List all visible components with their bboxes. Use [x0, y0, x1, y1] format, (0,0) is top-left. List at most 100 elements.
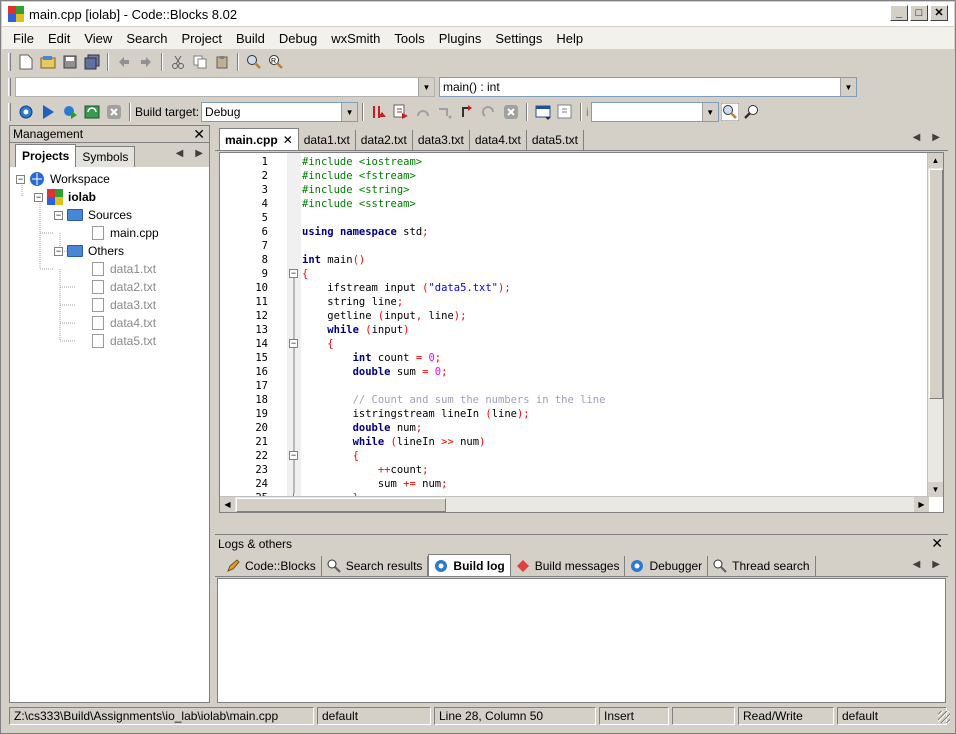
- collapse-icon[interactable]: −: [34, 192, 43, 202]
- tree-others-folder[interactable]: − Others: [54, 242, 124, 260]
- tab-data2[interactable]: data2.txt: [356, 130, 413, 150]
- collapse-icon[interactable]: −: [54, 210, 63, 220]
- tree-file-main-cpp[interactable]: main.cpp: [92, 224, 159, 242]
- tree-workspace[interactable]: − Workspace: [16, 170, 110, 188]
- tree-project[interactable]: − iolab: [34, 188, 96, 206]
- function-combo[interactable]: main() : int ▼: [439, 77, 857, 97]
- open-file-icon[interactable]: [37, 51, 59, 73]
- tab-main-cpp[interactable]: main.cpp ✕: [219, 128, 299, 150]
- tree-file-data1[interactable]: data1.txt: [92, 260, 156, 278]
- code-editor[interactable]: 1 #include <iostream> 2 #include <fstream> 3…: [219, 152, 944, 513]
- save-icon[interactable]: [59, 51, 81, 73]
- menu-project[interactable]: Project: [175, 31, 229, 46]
- tab-scroll-right-icon[interactable]: ▶: [932, 559, 940, 570]
- tab-scroll-left-icon[interactable]: ◀: [913, 132, 921, 143]
- fold-toggle-icon[interactable]: −: [289, 339, 298, 348]
- minimize-button[interactable]: _: [890, 5, 908, 21]
- horizontal-scrollbar[interactable]: ◀ ▶: [220, 496, 929, 512]
- menu-build[interactable]: Build: [229, 31, 272, 46]
- tab-build-messages[interactable]: Build messages: [511, 556, 626, 576]
- tab-search-results[interactable]: Search results: [322, 556, 429, 576]
- tab-codeblocks-log[interactable]: Code::Blocks: [221, 556, 322, 576]
- tree-file-data4[interactable]: data4.txt: [92, 314, 156, 332]
- search-combo[interactable]: ▼: [590, 102, 719, 122]
- toolbar-grip[interactable]: [8, 103, 11, 121]
- chevron-down-icon[interactable]: ▼: [341, 103, 358, 121]
- build-and-run-icon[interactable]: [59, 101, 81, 123]
- close-icon[interactable]: ✕: [931, 535, 943, 552]
- tab-data3[interactable]: data3.txt: [413, 130, 470, 150]
- chevron-down-icon[interactable]: ▼: [701, 103, 718, 121]
- abort-icon[interactable]: [103, 101, 125, 123]
- paste-icon[interactable]: [211, 51, 233, 73]
- scroll-thumb[interactable]: [929, 169, 943, 399]
- menu-view[interactable]: View: [77, 31, 119, 46]
- run-to-cursor-icon[interactable]: [390, 101, 412, 123]
- tree-file-data2[interactable]: data2.txt: [92, 278, 156, 296]
- menu-debug[interactable]: Debug: [272, 31, 324, 46]
- scope-combo[interactable]: ▼: [15, 77, 435, 97]
- scroll-down-icon[interactable]: ▼: [928, 482, 943, 497]
- collapse-icon[interactable]: −: [54, 246, 63, 256]
- collapse-icon[interactable]: −: [16, 174, 25, 184]
- find-icon[interactable]: [243, 51, 265, 73]
- scroll-thumb[interactable]: [236, 498, 446, 512]
- tree-file-data5[interactable]: data5.txt: [92, 332, 156, 350]
- tab-thread-search[interactable]: Thread search: [708, 556, 816, 576]
- redo-icon[interactable]: [135, 51, 157, 73]
- toolbar-grip[interactable]: [8, 78, 11, 96]
- replace-icon[interactable]: R: [265, 51, 287, 73]
- scroll-left-icon[interactable]: ◀: [220, 497, 235, 512]
- tree-file-data3[interactable]: data3.txt: [92, 296, 156, 314]
- step-into-icon[interactable]: [434, 101, 456, 123]
- menu-help[interactable]: Help: [549, 31, 590, 46]
- menu-search[interactable]: Search: [119, 31, 174, 46]
- menu-file[interactable]: File: [6, 31, 41, 46]
- tree-sources-folder[interactable]: − Sources: [54, 206, 132, 224]
- toolbar-grip[interactable]: [8, 53, 11, 71]
- debug-windows-icon[interactable]: [532, 101, 554, 123]
- resize-grip[interactable]: [938, 711, 950, 723]
- step-out-icon[interactable]: [456, 101, 478, 123]
- menu-settings[interactable]: Settings: [488, 31, 549, 46]
- tab-debugger[interactable]: Debugger: [625, 556, 709, 576]
- tab-projects[interactable]: Projects: [15, 144, 77, 167]
- chevron-down-icon[interactable]: ▼: [840, 78, 856, 96]
- fold-toggle-icon[interactable]: −: [289, 451, 298, 460]
- tab-data5[interactable]: data5.txt: [527, 130, 584, 150]
- tab-data4[interactable]: data4.txt: [470, 130, 527, 150]
- maximize-button[interactable]: □: [910, 5, 928, 21]
- build-log-output[interactable]: [217, 578, 946, 703]
- debug-run-icon[interactable]: [368, 101, 390, 123]
- run-icon[interactable]: [37, 101, 59, 123]
- undo-icon[interactable]: [113, 51, 135, 73]
- build-icon[interactable]: [15, 101, 37, 123]
- rebuild-icon[interactable]: [81, 101, 103, 123]
- close-button[interactable]: ✕: [930, 5, 948, 21]
- menu-tools[interactable]: Tools: [387, 31, 431, 46]
- menu-wxsmith[interactable]: wxSmith: [324, 31, 387, 46]
- new-file-icon[interactable]: [15, 51, 37, 73]
- copy-icon[interactable]: [189, 51, 211, 73]
- tab-build-log[interactable]: Build log: [428, 554, 511, 576]
- stop-debugger-icon[interactable]: [500, 101, 522, 123]
- scroll-up-icon[interactable]: ▲: [928, 153, 943, 168]
- cut-icon[interactable]: [167, 51, 189, 73]
- scroll-right-icon[interactable]: ▶: [914, 497, 929, 512]
- search-options-icon[interactable]: [741, 101, 763, 123]
- menu-plugins[interactable]: Plugins: [432, 31, 489, 46]
- close-icon[interactable]: ✕: [193, 126, 205, 143]
- next-line-icon[interactable]: [412, 101, 434, 123]
- fold-toggle-icon[interactable]: −: [289, 269, 298, 278]
- menu-edit[interactable]: Edit: [41, 31, 77, 46]
- tab-data1[interactable]: data1.txt: [299, 130, 356, 150]
- thread-search-icon[interactable]: [719, 101, 741, 123]
- next-instruction-icon[interactable]: [478, 101, 500, 123]
- tab-scroll-right-icon[interactable]: ▶: [932, 132, 940, 143]
- tab-symbols[interactable]: Symbols: [75, 146, 136, 167]
- tab-scroll-left-icon[interactable]: ◀: [176, 148, 184, 159]
- vertical-scrollbar[interactable]: ▲ ▼: [927, 153, 943, 497]
- build-target-combo[interactable]: Debug ▼: [201, 102, 359, 122]
- close-icon[interactable]: ✕: [283, 133, 293, 147]
- save-all-icon[interactable]: [81, 51, 103, 73]
